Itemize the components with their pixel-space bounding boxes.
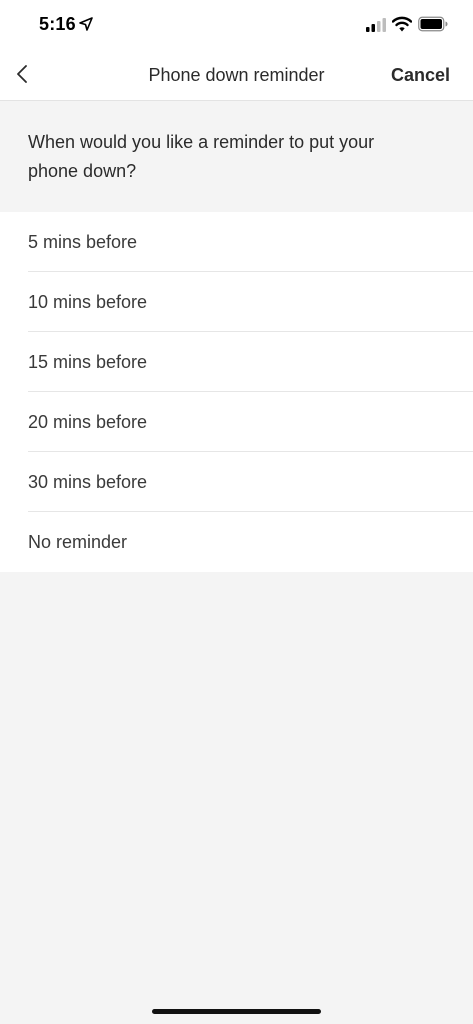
option-5-mins-before[interactable]: 5 mins before — [0, 212, 473, 272]
home-indicator[interactable] — [152, 1009, 321, 1014]
option-30-mins-before[interactable]: 30 mins before — [0, 452, 473, 512]
option-label: 30 mins before — [28, 472, 148, 492]
option-label: 10 mins before — [28, 292, 148, 312]
reminder-options-list: 5 mins before 10 mins before 15 mins bef… — [0, 212, 473, 572]
option-15-mins-before[interactable]: 15 mins before — [0, 332, 473, 392]
navigation-bar: Phone down reminder Cancel — [0, 50, 473, 101]
status-time: 5:16 — [39, 14, 76, 34]
option-label: 5 mins before — [28, 232, 138, 252]
option-20-mins-before[interactable]: 20 mins before — [0, 392, 473, 452]
cellular-signal-icon — [366, 18, 386, 32]
cancel-button[interactable]: Cancel — [391, 65, 450, 86]
status-bar: 5:16 — [0, 0, 473, 50]
option-no-reminder[interactable]: No reminder — [0, 512, 473, 572]
battery-icon — [418, 16, 448, 32]
option-10-mins-before[interactable]: 10 mins before — [0, 272, 473, 332]
prompt-text: When would you like a reminder to put yo… — [28, 132, 375, 181]
option-label: No reminder — [28, 532, 128, 552]
prompt-section: When would you like a reminder to put yo… — [0, 101, 473, 212]
location-arrow-icon — [79, 17, 93, 31]
wifi-icon — [392, 16, 412, 32]
option-label: 20 mins before — [28, 412, 148, 432]
option-label: 15 mins before — [28, 352, 148, 372]
